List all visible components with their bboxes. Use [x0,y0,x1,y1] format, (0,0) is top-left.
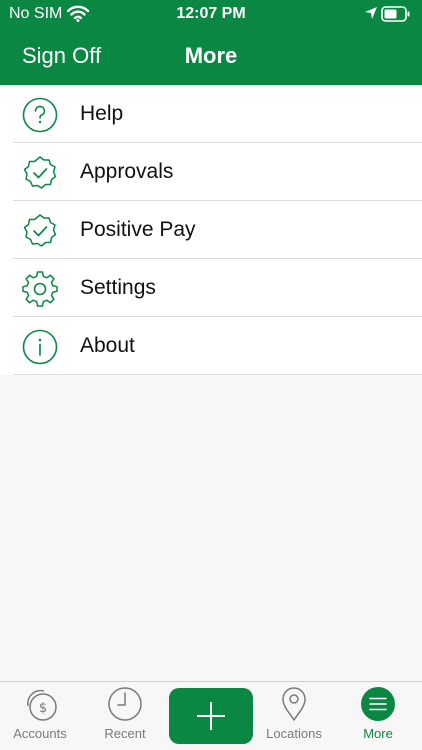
menu-item-settings[interactable]: Settings [0,259,422,317]
tab-accounts[interactable]: $ Accounts [0,682,80,750]
help-icon [22,97,58,133]
tab-label: Locations [266,726,322,741]
navigation-bar: Sign Off More [0,30,422,85]
plus-icon [197,702,225,730]
menu-icon [360,686,396,722]
more-menu-list: Help Approvals Positive Pay Settings Abo… [0,85,422,375]
menu-item-help[interactable]: Help [0,85,422,143]
menu-item-about[interactable]: About [0,317,422,375]
tab-recent[interactable]: Recent [84,682,166,750]
menu-item-label: Positive Pay [80,218,196,241]
tab-label: Accounts [13,726,67,741]
menu-item-label: Help [80,102,124,125]
clock-time: 12:07 PM [176,5,246,22]
location-arrow-icon [364,6,378,25]
tab-label: More [363,726,393,741]
status-bar: No SIM 12:07 PM [0,0,422,30]
tab-locations[interactable]: Locations [253,682,335,750]
menu-item-positive-pay[interactable]: Positive Pay [0,201,422,259]
gear-icon [22,271,58,307]
menu-item-approvals[interactable]: Approvals [0,143,422,201]
check-badge-icon [22,213,58,249]
tab-more[interactable]: More [337,682,419,750]
location-pin-icon [276,686,312,722]
battery-icon [381,6,411,27]
info-icon [22,329,58,365]
clock-icon [107,686,143,722]
menu-item-label: Settings [80,276,156,299]
sign-off-button[interactable]: Sign Off [22,43,101,69]
menu-item-label: About [80,334,135,357]
tab-label: Recent [104,726,146,741]
check-badge-icon [22,155,58,191]
tab-bar: $ Accounts Recent Locations More [0,681,422,750]
svg-text:$: $ [39,701,47,716]
add-button[interactable] [169,688,253,744]
menu-item-label: Approvals [80,160,174,183]
accounts-icon: $ [22,686,58,722]
divider [13,374,422,375]
